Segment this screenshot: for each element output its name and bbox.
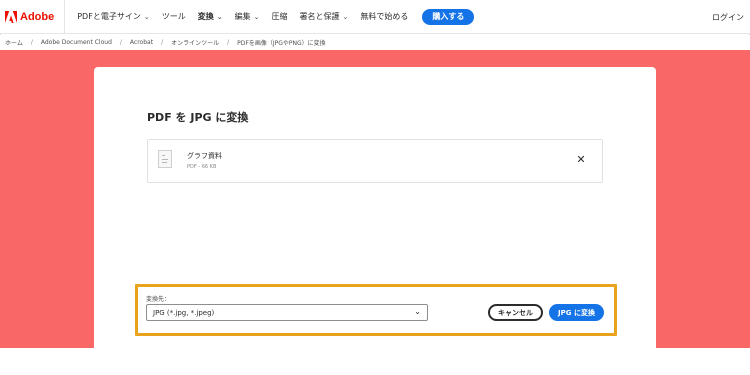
breadcrumb-separator: / (119, 39, 122, 46)
convert-button[interactable]: JPG に変換 (549, 304, 604, 321)
breadcrumb-acrobat[interactable]: Acrobat (130, 39, 153, 46)
brand-name: Adobe (20, 10, 55, 23)
chevron-down-icon: ⌄ (342, 12, 349, 21)
format-select[interactable]: JPG (*.jpg, *.jpeg) ⌄ (146, 304, 428, 321)
close-icon[interactable]: ✕ (574, 152, 588, 166)
breadcrumb-document-cloud[interactable]: Adobe Document Cloud (41, 39, 112, 46)
breadcrumb-current: PDFを画像（JPGやPNG）に変換 (237, 40, 326, 47)
nav-item-label: 圧縮 (271, 12, 288, 21)
login-link[interactable]: ログイン (712, 0, 744, 34)
format-select-value: JPG (*.jpg, *.jpeg) (153, 308, 215, 317)
nav-item-label: 署名と保護 (299, 12, 340, 21)
file-name: グラフ資料 (187, 152, 222, 160)
top-nav: Adobe PDFと電子サイン ⌄ ツール 変換 ⌄ 編集 ⌄ 圧縮 署名と保護… (0, 0, 750, 34)
target-format-label: 変換先： (146, 296, 171, 303)
breadcrumb: ホーム / Adobe Document Cloud / Acrobat / オ… (0, 35, 750, 50)
nav-item-pdf-esign[interactable]: PDFと電子サイン ⌄ (71, 0, 155, 34)
nav-item-edit[interactable]: 編集 ⌄ (229, 0, 266, 34)
nav-item-tools[interactable]: ツール (156, 0, 192, 34)
breadcrumb-separator: / (161, 39, 164, 46)
buy-button[interactable]: 購入する (422, 8, 475, 25)
breadcrumb-home[interactable]: ホーム (5, 38, 23, 47)
nav-item-convert[interactable]: 変換 ⌄ (192, 0, 229, 34)
cancel-button[interactable]: キャンセル (488, 304, 543, 321)
breadcrumb-online-tools[interactable]: オンラインツール (171, 38, 219, 47)
card-title: PDF を JPG に変換 (147, 111, 249, 124)
file-meta: PDF - 66 KB (187, 164, 217, 170)
chevron-down-icon: ⌄ (414, 307, 421, 316)
pdf-file-icon (158, 150, 172, 168)
breadcrumb-separator: / (227, 39, 230, 46)
file-item: グラフ資料 PDF - 66 KB ✕ (147, 139, 603, 183)
nav-item-label: 無料で始める (360, 12, 409, 21)
brand-link[interactable]: Adobe (5, 0, 54, 34)
nav-divider (64, 0, 66, 34)
chevron-down-icon: ⌄ (253, 12, 260, 21)
nav-item-compress[interactable]: 圧縮 (265, 0, 293, 34)
nav-item-label: ツール (161, 12, 186, 21)
nav-item-sign-protect[interactable]: 署名と保護 ⌄ (293, 0, 354, 34)
breadcrumb-separator: / (30, 39, 33, 46)
nav-item-free-start[interactable]: 無料で始める (354, 0, 414, 34)
nav-item-label: PDFと電子サイン (77, 12, 141, 21)
chevron-down-icon: ⌄ (216, 12, 223, 21)
nav-item-label: 変換 (197, 12, 214, 21)
nav-item-label: 編集 (234, 12, 251, 21)
main-nav: PDFと電子サイン ⌄ ツール 変換 ⌄ 編集 ⌄ 圧縮 署名と保護 ⌄ 無料で… (71, 0, 475, 34)
adobe-logo-icon (5, 10, 17, 23)
chevron-down-icon: ⌄ (143, 12, 150, 21)
